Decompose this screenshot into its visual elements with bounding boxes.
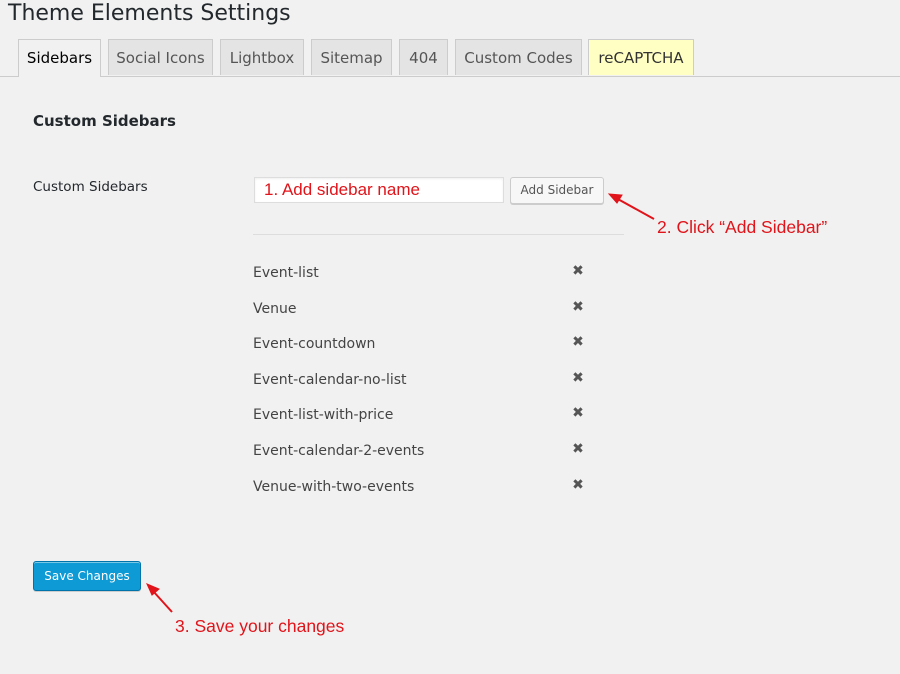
close-icon[interactable]: ✖ xyxy=(571,371,585,385)
divider xyxy=(253,234,624,235)
sidebar-name: Event-calendar-2-events xyxy=(253,442,425,459)
arrow-to-add-sidebar xyxy=(615,197,655,220)
custom-sidebars-label: Custom Sidebars xyxy=(33,179,148,195)
tab-sitemap[interactable]: Sitemap xyxy=(311,39,392,75)
list-item: Event-list ✖ xyxy=(253,257,593,293)
save-changes-button[interactable]: Save Changes xyxy=(33,561,141,591)
arrowhead-add-sidebar xyxy=(607,193,623,204)
close-icon[interactable]: ✖ xyxy=(571,300,585,314)
tab-social-icons[interactable]: Social Icons xyxy=(108,39,213,75)
sidebar-name: Event-list-with-price xyxy=(253,407,394,424)
list-item: Event-countdown ✖ xyxy=(253,328,593,364)
tab-recaptcha[interactable]: reCAPTCHA xyxy=(588,39,694,75)
sidebar-list: Event-list ✖ Venue ✖ Event-countdown ✖ E… xyxy=(253,257,593,506)
list-item: Venue-with-two-events ✖ xyxy=(253,471,593,507)
close-icon[interactable]: ✖ xyxy=(571,406,585,420)
section-title: Custom Sidebars xyxy=(33,112,176,130)
arrowhead-save-changes xyxy=(146,583,160,596)
tab-custom-codes[interactable]: Custom Codes xyxy=(455,39,582,75)
arrow-to-save-changes xyxy=(152,590,173,613)
sidebar-name: Venue xyxy=(253,300,297,317)
sidebar-name: Venue-with-two-events xyxy=(253,478,415,495)
tab-sidebars[interactable]: Sidebars xyxy=(18,39,101,77)
sidebar-name: Event-list xyxy=(253,265,319,281)
close-icon[interactable]: ✖ xyxy=(571,442,585,456)
close-icon[interactable]: ✖ xyxy=(571,264,585,278)
tab-lightbox[interactable]: Lightbox xyxy=(220,39,304,75)
sidebar-name-input[interactable] xyxy=(254,177,504,203)
close-icon[interactable]: ✖ xyxy=(571,335,585,349)
tab-404[interactable]: 404 xyxy=(399,39,448,75)
list-item: Venue ✖ xyxy=(253,293,593,329)
annotation-step-3: 3. Save your changes xyxy=(175,616,345,636)
sidebar-name: Event-calendar-no-list xyxy=(253,371,407,388)
annotation-step-2: 2. Click “Add Sidebar” xyxy=(657,217,828,237)
close-icon[interactable]: ✖ xyxy=(571,478,585,492)
tab-bar: Sidebars Social Icons Lightbox Sitemap 4… xyxy=(0,39,900,77)
add-sidebar-button[interactable]: Add Sidebar xyxy=(510,177,604,204)
page-title: Theme Elements Settings xyxy=(8,1,291,26)
sidebar-name: Event-countdown xyxy=(253,336,376,353)
list-item: Event-list-with-price ✖ xyxy=(253,399,593,435)
list-item: Event-calendar-2-events ✖ xyxy=(253,435,593,471)
list-item: Event-calendar-no-list ✖ xyxy=(253,364,593,400)
